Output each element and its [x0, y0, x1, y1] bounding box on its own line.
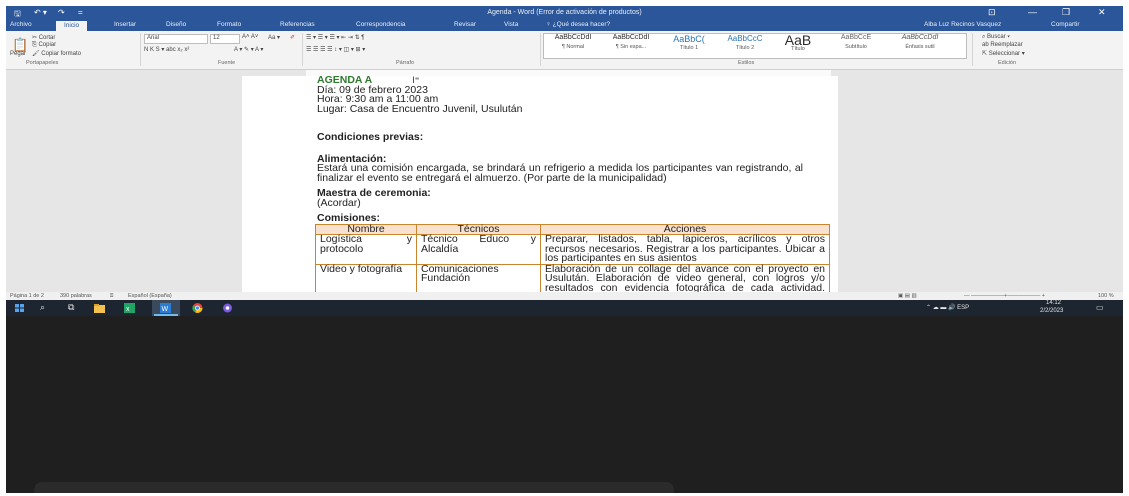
windows-taskbar: ⌕ ⧉ x W ⌃ ☁ ▬ 🔊 ESP 14:12 2/2/2023 ▭ [6, 300, 1123, 316]
svg-text:W: W [162, 306, 169, 313]
grow-shrink-font-buttons[interactable]: A˄ A˅ [242, 34, 258, 40]
page-count[interactable]: Página 1 de 2 [10, 293, 44, 299]
document-content[interactable]: AGENDA A I⁼ Día: 09 de febrero 2023 Hora:… [315, 76, 838, 292]
status-bar: Página 1 de 2 390 palabras ⌸ Español (Es… [6, 292, 1123, 300]
zoom-slider[interactable]: — ——————+—————— + [964, 293, 1045, 299]
paragraph-group-label: Párrafo [396, 60, 415, 66]
proofing-icon[interactable]: ⌸ [110, 293, 113, 300]
user-name[interactable]: Alba Luz Recinos Vasquez [924, 21, 1001, 28]
prior-conditions-heading: Condiciones previas: [317, 131, 424, 143]
clock-date[interactable]: 2/2/2023 [1040, 308, 1063, 314]
tab-formato[interactable]: Formato [217, 21, 241, 28]
row-name-cell: Video y fotografía [315, 263, 417, 292]
close-button[interactable]: ✕ [1098, 7, 1106, 18]
style-normal[interactable]: AaBbCcDdI ¶ Normal [546, 34, 600, 56]
tab-inicio[interactable]: Inicio [56, 21, 88, 31]
chrome-icon[interactable] [192, 303, 203, 313]
overlay-bar [34, 482, 674, 493]
tab-referencias[interactable]: Referencias [280, 21, 315, 28]
font-color-buttons[interactable]: A ▾ ✎ ▾ A ▾ [234, 46, 263, 53]
commissions-table[interactable]: Nombre Técnicos Acciones Logística y pro… [315, 223, 830, 292]
system-tray[interactable]: ⌃ ☁ ▬ 🔊 ESP [926, 304, 969, 311]
font-name-value: Arial [147, 35, 160, 41]
font-size-box[interactable]: 12 [210, 34, 240, 44]
group-divider [140, 33, 141, 66]
view-mode-icons[interactable]: ▣ ▤ ▥ [898, 293, 917, 299]
tab-revisar[interactable]: Revisar [454, 21, 476, 28]
editing-group-label: Edición [998, 60, 1017, 66]
paste-button[interactable]: Pegar [10, 51, 26, 57]
row-name-cell: Logística y protocolo [315, 234, 417, 265]
row-actions-cell: Preparar, listados, tabla, lapiceros, ac… [540, 234, 830, 265]
tab-archivo[interactable]: Archivo [10, 21, 32, 28]
group-divider [540, 33, 541, 66]
food-text: Estará una comisión encargada, se brinda… [317, 162, 803, 184]
svg-text:x: x [126, 306, 130, 313]
share-button[interactable]: Compartir [1051, 21, 1080, 28]
row-actions-cell: Elaboración de un collage del avance con… [540, 263, 830, 292]
word-taskbar-button[interactable]: W [152, 300, 180, 316]
mc-heading: Maestra de ceremonia: [317, 187, 431, 199]
ribbon-tabs: Archivo Inicio Insertar Diseño Formato R… [6, 20, 1123, 31]
styles-group-label: Estilos [738, 60, 755, 66]
style-subtitulo[interactable]: AaBbCcE Subtítulo [826, 34, 886, 56]
mc-text: (Acordar) [317, 196, 361, 209]
excel-icon[interactable]: x [124, 303, 135, 313]
tab-vista[interactable]: Vista [504, 21, 518, 28]
style-enfasis-sutil[interactable]: AaBbCcDdI Énfasis sutil [890, 34, 950, 56]
commissions-heading: Comisiones: [317, 212, 381, 224]
group-divider [972, 33, 973, 66]
change-case-button[interactable]: Aa ▾ [268, 34, 280, 41]
task-view-icon[interactable]: ⧉ [68, 302, 74, 313]
word-count[interactable]: 390 palabras [60, 293, 92, 299]
select-button[interactable]: ⇱ Seleccionar ▾ [982, 50, 1025, 57]
font-size-value: 12 [213, 35, 220, 41]
style-titulo-2[interactable]: AaBbCcC Título 2 [718, 34, 772, 56]
group-divider [302, 33, 303, 66]
tab-correspondencia[interactable]: Correspondencia [356, 21, 406, 28]
table-row: Video y fotografía Comunicaciones Fundac… [315, 263, 830, 292]
font-name-box[interactable]: Arial [144, 34, 208, 44]
replace-button[interactable]: ab Reemplazar [982, 42, 1023, 48]
tell-me-search[interactable]: ♀ ¿Qué desea hacer? [546, 21, 610, 28]
document-area: AGENDA A I⁼ Día: 09 de febrero 2023 Hora:… [6, 76, 1123, 292]
clipboard-group-label: Portapapeles [26, 60, 59, 66]
start-icon[interactable] [14, 303, 25, 313]
clock-time[interactable]: 14:12 [1046, 300, 1061, 306]
align-buttons[interactable]: ☰ ☰ ☰ ☰ ↕ ▾ ◫ ▾ ⊞ ▾ [306, 46, 365, 53]
style-titulo-1[interactable]: AaBbC(Título 1 [662, 34, 716, 56]
restore-button[interactable]: ❐ [1062, 7, 1070, 18]
copy-button[interactable]: ⎘ Copiar [32, 42, 56, 49]
ribbon-display-options-icon[interactable]: ⊡ [988, 7, 996, 18]
style-titulo[interactable]: AaB Título [776, 33, 820, 56]
format-painter-button[interactable]: 🖌 Copiar formato [32, 50, 81, 57]
language-indicator[interactable]: Español (España) [128, 293, 172, 299]
font-group-label: Fuente [218, 60, 236, 66]
search-icon[interactable]: ⌕ [40, 302, 45, 313]
place-line: Lugar: Casa de Encuentro Juvenil, Usulut… [317, 102, 523, 115]
row-tech-cell: Técnico Educo y Alcaldía [416, 234, 541, 265]
minimize-button[interactable]: — [1028, 7, 1037, 17]
document-page[interactable]: AGENDA A I⁼ Día: 09 de febrero 2023 Hora:… [242, 76, 838, 292]
font-format-buttons[interactable]: N K S ▾ abc x₂ x² [144, 46, 189, 53]
title-bar: 🖫 ↶ ▾ ↷ = Agenda - Word (Error de activa… [6, 6, 1123, 20]
list-buttons[interactable]: ☰ ▾ ☰ ▾ ☰ ▾ ⇤ ⇥ ⇅ ¶ [306, 34, 364, 41]
tab-insertar[interactable]: Insertar [114, 21, 136, 28]
notification-icon[interactable]: ▭ [1096, 303, 1104, 312]
zoom-level[interactable]: 100 % [1098, 293, 1114, 299]
ribbon-home: 📋 Pegar ✂ Cortar ⎘ Copiar 🖌 Copiar forma… [6, 31, 1123, 70]
row-tech-cell: Comunicaciones Fundación [416, 263, 541, 292]
cut-button[interactable]: ✂ Cortar [32, 34, 55, 41]
file-explorer-icon[interactable] [94, 303, 105, 313]
clear-format-icon[interactable]: ✐ [290, 34, 295, 41]
screen-frame: 🖫 ↶ ▾ ↷ = Agenda - Word (Error de activa… [6, 6, 1123, 493]
tab-diseno[interactable]: Diseño [166, 21, 186, 28]
app-icon[interactable] [222, 303, 233, 313]
find-button[interactable]: ⌕ Buscar ▾ [982, 34, 1010, 41]
table-row: Logística y protocolo Técnico Educo y Al… [315, 234, 830, 265]
window-title: Agenda - Word (Error de activación de pr… [487, 9, 642, 16]
style-sin-espaciado[interactable]: AaBbCcDdI ¶ Sin espa... [604, 34, 658, 56]
